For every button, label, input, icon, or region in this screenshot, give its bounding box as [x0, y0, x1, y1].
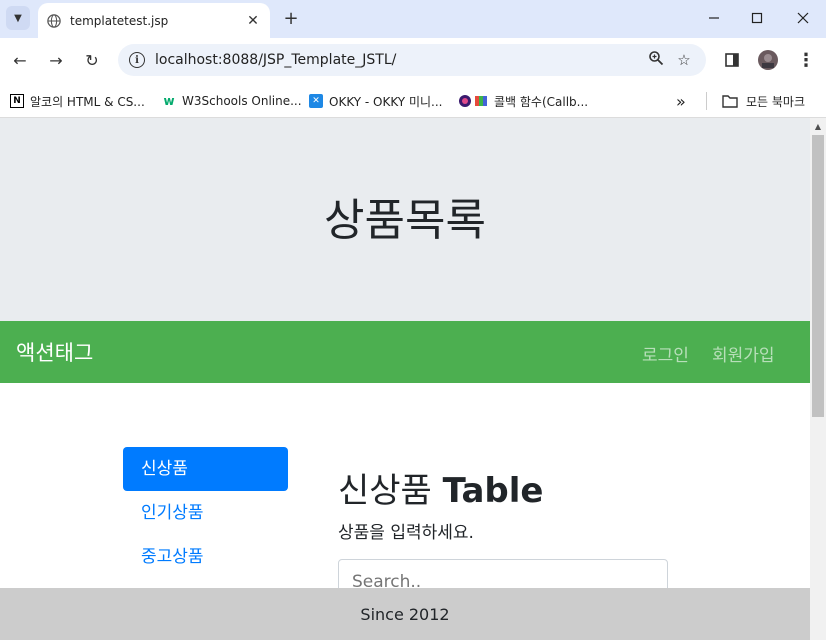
reload-icon: ↻	[85, 50, 99, 70]
side-panel-button[interactable]	[720, 48, 744, 72]
browser-toolbar: ← → ↻ i localhost:8088/JSP_Template_JSTL…	[0, 38, 826, 84]
maximize-icon	[751, 12, 763, 24]
navbar: 액션태그 로그인 회원가입	[0, 321, 810, 383]
profile-avatar[interactable]	[756, 48, 780, 72]
bookmark-item[interactable]: 콜백 함수(Callb...	[458, 91, 588, 111]
signup-link[interactable]: 회원가입	[712, 341, 775, 366]
login-link[interactable]: 로그인	[642, 341, 689, 366]
bookmark-item[interactable]: N 알코의 HTML & CS...	[10, 91, 145, 111]
folder-icon	[722, 95, 738, 108]
w3schools-icon: w	[163, 94, 175, 108]
zoom-icon[interactable]	[642, 50, 670, 70]
content-description: 상품을 입력하세요.	[338, 523, 474, 543]
sidebar-item-new[interactable]: 신상품	[123, 447, 288, 491]
site-info-icon[interactable]: i	[129, 52, 145, 68]
content-heading: 신상품 Table	[338, 463, 678, 512]
footer: Since 2012	[0, 588, 810, 640]
tab-title: templatetest.jsp	[70, 13, 169, 28]
heading-text: 신상품	[338, 471, 432, 511]
tab-strip: ▼ templatetest.jsp ✕ +	[0, 0, 826, 38]
minimize-button[interactable]	[694, 6, 734, 30]
bookmark-item[interactable]: w W3Schools Online...	[162, 91, 302, 111]
menu-button[interactable]: ⋮	[794, 48, 818, 72]
star-icon[interactable]: ☆	[670, 51, 698, 69]
side-panel-icon	[725, 53, 739, 67]
bookmark-label: 콜백 함수(Callb...	[494, 94, 589, 109]
sidebar: 신상품 인기상품 중고상품	[123, 447, 288, 579]
all-bookmarks-label: 모든 북마크	[746, 94, 806, 109]
bookmarks-overflow-button[interactable]: »	[676, 91, 686, 111]
navbar-brand[interactable]: 액션태그	[16, 337, 93, 367]
bookmark-label: OKKY - OKKY 미니...	[329, 94, 443, 109]
footer-text: Since 2012	[360, 604, 450, 624]
okky-icon: ✕	[309, 94, 323, 108]
chevron-down-icon: ▼	[14, 12, 22, 24]
page-scrollbar[interactable]: ▲	[810, 118, 826, 640]
tab-search-button[interactable]: ▼	[6, 6, 30, 30]
bookmark-label: 알코의 HTML & CS...	[30, 94, 145, 109]
globe-icon	[47, 13, 61, 28]
divider	[706, 92, 707, 110]
all-bookmarks-button[interactable]: 모든 북마크	[722, 91, 805, 111]
jumbotron: 상품목록	[0, 118, 810, 321]
new-tab-button[interactable]: +	[280, 8, 302, 30]
bookmark-item[interactable]: ✕ OKKY - OKKY 미니...	[309, 91, 442, 111]
bookmark-label: W3Schools Online...	[182, 94, 302, 108]
notion-icon: N	[10, 94, 24, 108]
close-icon	[797, 12, 809, 24]
heading-bold-text: Table	[442, 471, 544, 511]
reload-button[interactable]: ↻	[80, 48, 104, 72]
close-window-button[interactable]	[783, 6, 823, 30]
avatar-icon	[758, 50, 778, 70]
close-tab-icon[interactable]: ✕	[242, 13, 264, 29]
browser-tab[interactable]: templatetest.jsp ✕	[38, 3, 270, 38]
main-content: 신상품 Table 상품을 입력하세요.	[338, 463, 678, 543]
sidebar-item-popular[interactable]: 인기상품	[123, 491, 288, 535]
sidebar-item-used[interactable]: 중고상품	[123, 535, 288, 579]
chevron-double-right-icon: »	[676, 91, 686, 111]
minimize-icon	[709, 17, 719, 19]
page-title: 상품목록	[324, 195, 486, 246]
more-vertical-icon: ⋮	[797, 49, 815, 71]
scrollbar-thumb[interactable]	[812, 135, 824, 417]
bookmarks-bar: N 알코의 HTML & CS... w W3Schools Online...…	[0, 84, 826, 118]
address-bar[interactable]: i localhost:8088/JSP_Template_JSTL/ ☆	[118, 44, 706, 76]
url-text[interactable]: localhost:8088/JSP_Template_JSTL/	[155, 52, 642, 68]
back-button[interactable]: ←	[8, 48, 32, 72]
colorful-icon	[458, 94, 488, 108]
maximize-button[interactable]	[737, 6, 777, 30]
arrow-left-icon: ←	[13, 50, 27, 70]
page-viewport: 상품목록 액션태그 로그인 회원가입 신상품 인기상품 중고상품 신상품 Tab…	[0, 118, 810, 640]
scroll-up-icon[interactable]: ▲	[810, 118, 826, 134]
forward-button[interactable]: →	[44, 48, 68, 72]
arrow-right-icon: →	[49, 50, 63, 70]
